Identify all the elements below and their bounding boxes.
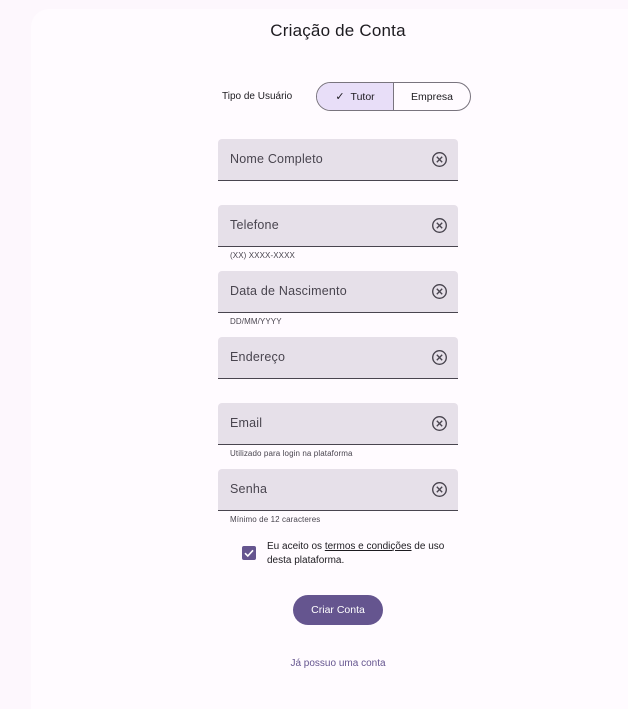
terms-prefix: Eu aceito os	[267, 541, 325, 552]
clear-circle-icon[interactable]	[431, 415, 448, 432]
phone-field[interactable]: Telefone	[218, 205, 458, 247]
terms-checkbox[interactable]	[242, 546, 256, 560]
email-supporting-text: Utilizado para login na plataforma	[230, 449, 353, 458]
check-icon: ✓	[335, 91, 345, 103]
field-label: Telefone	[230, 218, 279, 232]
password-supporting-text: Mínimo de 12 caracteres	[230, 515, 321, 524]
birthdate-supporting-text: DD/MM/YYYY	[230, 317, 282, 326]
user-type-label: Tipo de Usuário	[222, 91, 293, 102]
option-label: Tutor	[350, 90, 375, 103]
have-account-link[interactable]: Já possuo uma conta	[218, 658, 458, 669]
clear-circle-icon[interactable]	[431, 217, 448, 234]
clear-circle-icon[interactable]	[431, 283, 448, 300]
field-label: Senha	[230, 482, 268, 496]
user-type-option-tutor[interactable]: ✓ Tutor	[317, 83, 394, 110]
full-name-field[interactable]: Nome Completo	[218, 139, 458, 181]
user-type-segmented-control: ✓ Tutor Empresa	[316, 82, 471, 111]
clear-circle-icon[interactable]	[431, 349, 448, 366]
email-field[interactable]: Email	[218, 403, 458, 445]
terms-link[interactable]: termos e condições	[325, 541, 412, 552]
user-type-option-empresa[interactable]: Empresa	[394, 83, 470, 110]
page-title: Criação de Conta	[270, 21, 406, 40]
field-label: Email	[230, 416, 263, 430]
address-field[interactable]: Endereço	[218, 337, 458, 379]
field-label: Nome Completo	[230, 152, 323, 166]
phone-supporting-text: (XX) XXXX-XXXX	[230, 251, 295, 260]
create-account-button[interactable]: Criar Conta	[293, 595, 383, 625]
clear-circle-icon[interactable]	[431, 481, 448, 498]
terms-text: Eu aceito os termos e condições de uso d…	[267, 540, 447, 568]
password-field[interactable]: Senha	[218, 469, 458, 511]
field-label: Data de Nascimento	[230, 284, 347, 298]
clear-circle-icon[interactable]	[431, 151, 448, 168]
birthdate-field[interactable]: Data de Nascimento	[218, 271, 458, 313]
option-label: Empresa	[410, 90, 453, 103]
check-icon	[244, 549, 254, 558]
field-label: Endereço	[230, 350, 286, 364]
